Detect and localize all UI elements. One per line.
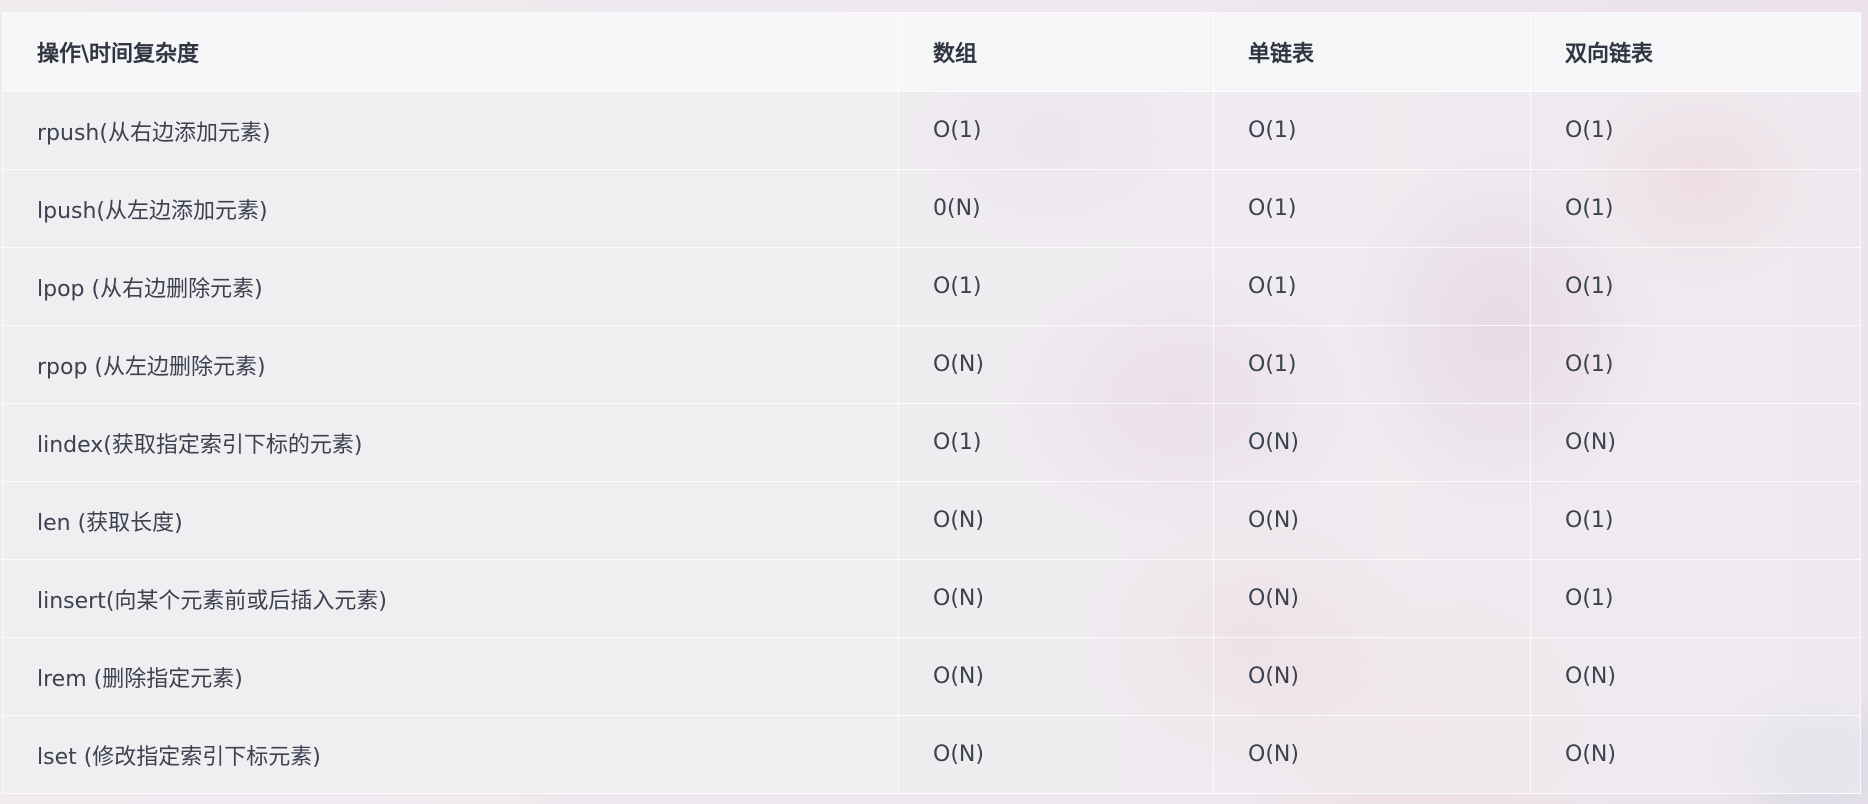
operation-cell: linsert(向某个元素前或后插入元素): [2, 559, 899, 638]
table-row: lrem (删除指定元素) O(N) O(N) O(N): [2, 637, 1861, 716]
doubly-linked-list-cell: O(N): [1530, 715, 1861, 794]
operation-cell: lrem (删除指定元素): [2, 637, 899, 716]
table-row: rpop (从左边删除元素) O(N) O(1) O(1): [2, 325, 1861, 404]
table-row: rpush(从右边添加元素) O(1) O(1) O(1): [2, 91, 1861, 170]
doubly-linked-list-cell: O(1): [1530, 169, 1861, 248]
doubly-linked-list-cell: O(1): [1530, 481, 1861, 560]
header-singly-linked-list: 单链表: [1213, 12, 1531, 92]
singly-linked-list-cell: O(N): [1213, 637, 1531, 716]
doubly-linked-list-cell: O(1): [1530, 91, 1861, 170]
table-row: lset (修改指定索引下标元素) O(N) O(N) O(N): [2, 715, 1861, 794]
table-header-row: 操作\时间复杂度 数组 单链表 双向链表: [2, 12, 1861, 92]
array-cell: 0(N): [898, 169, 1214, 248]
doubly-linked-list-cell: O(1): [1530, 247, 1861, 326]
singly-linked-list-cell: O(1): [1213, 247, 1531, 326]
array-cell: O(N): [898, 325, 1214, 404]
singly-linked-list-cell: O(N): [1213, 481, 1531, 560]
array-cell: O(N): [898, 637, 1214, 716]
array-cell: O(N): [898, 715, 1214, 794]
singly-linked-list-cell: O(N): [1213, 403, 1531, 482]
table-row: lindex(获取指定索引下标的元素) O(1) O(N) O(N): [2, 403, 1861, 482]
operation-cell: lset (修改指定索引下标元素): [2, 715, 899, 794]
header-operation: 操作\时间复杂度: [2, 12, 899, 92]
singly-linked-list-cell: O(1): [1213, 169, 1531, 248]
array-cell: O(1): [898, 91, 1214, 170]
operation-cell: lindex(获取指定索引下标的元素): [2, 403, 899, 482]
doubly-linked-list-cell: O(1): [1530, 559, 1861, 638]
header-array: 数组: [898, 12, 1214, 92]
doubly-linked-list-cell: O(N): [1530, 403, 1861, 482]
singly-linked-list-cell: O(1): [1213, 325, 1531, 404]
operation-cell: lpush(从左边添加元素): [2, 169, 899, 248]
singly-linked-list-cell: O(N): [1213, 559, 1531, 638]
operation-cell: rpush(从右边添加元素): [2, 91, 899, 170]
table-row: lpop (从右边删除元素) O(1) O(1) O(1): [2, 247, 1861, 326]
header-doubly-linked-list: 双向链表: [1530, 12, 1861, 92]
operation-cell: lpop (从右边删除元素): [2, 247, 899, 326]
operation-cell: len (获取长度): [2, 481, 899, 560]
array-cell: O(1): [898, 247, 1214, 326]
doubly-linked-list-cell: O(1): [1530, 325, 1861, 404]
complexity-table: 操作\时间复杂度 数组 单链表 双向链表 rpush(从右边添加元素) O(1)…: [2, 12, 1861, 794]
table-row: lpush(从左边添加元素) 0(N) O(1) O(1): [2, 169, 1861, 248]
array-cell: O(N): [898, 481, 1214, 560]
array-cell: O(N): [898, 559, 1214, 638]
array-cell: O(1): [898, 403, 1214, 482]
doubly-linked-list-cell: O(N): [1530, 637, 1861, 716]
singly-linked-list-cell: O(1): [1213, 91, 1531, 170]
table-row: len (获取长度) O(N) O(N) O(1): [2, 481, 1861, 560]
operation-cell: rpop (从左边删除元素): [2, 325, 899, 404]
table-row: linsert(向某个元素前或后插入元素) O(N) O(N) O(1): [2, 559, 1861, 638]
singly-linked-list-cell: O(N): [1213, 715, 1531, 794]
